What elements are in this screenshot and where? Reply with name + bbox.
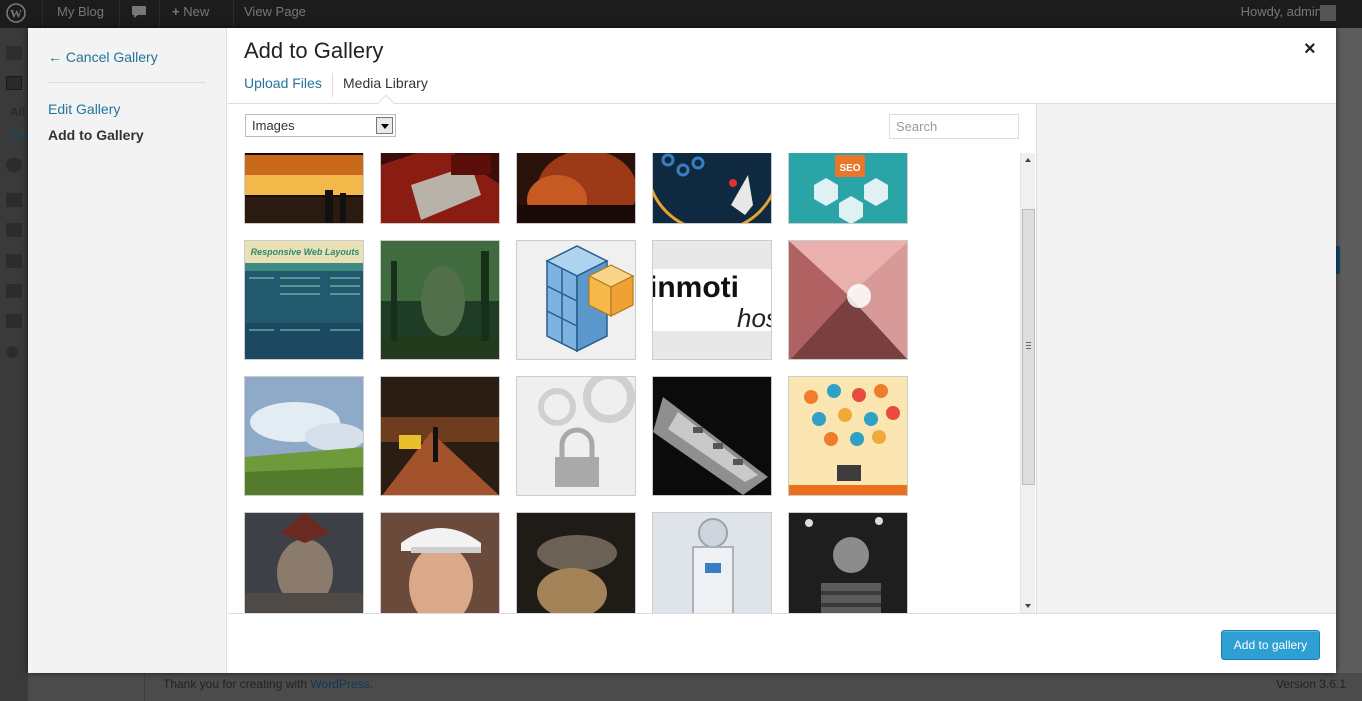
update-button-edge xyxy=(1336,246,1340,274)
admin-bar-divider xyxy=(119,0,120,28)
admin-footer: Thank you for creating with WordPress. V… xyxy=(28,673,1362,701)
settings-icon[interactable] xyxy=(6,314,22,328)
attachment-thumbnail[interactable] xyxy=(244,512,364,613)
grip-icon xyxy=(1026,342,1031,349)
svg-text:inmoti: inmoti xyxy=(653,271,739,304)
scroll-up-arrow-icon[interactable] xyxy=(1021,153,1036,167)
my-blog-link[interactable]: My Blog xyxy=(57,0,104,28)
wordpress-logo-icon[interactable]: W xyxy=(6,0,36,28)
media-toolbar: Add to gallery xyxy=(228,613,1336,673)
avatar[interactable] xyxy=(1320,5,1336,21)
attachment-details-sidebar xyxy=(1036,104,1336,613)
attachment-thumbnail[interactable] xyxy=(516,376,636,496)
tab-upload-files[interactable]: Upload Files xyxy=(244,75,322,91)
attachment-thumbnail[interactable] xyxy=(652,153,772,224)
attachment-thumbnail[interactable] xyxy=(244,376,364,496)
media-modal: ← Cancel Gallery Edit Gallery Add to Gal… xyxy=(28,28,1336,673)
edit-gallery-link[interactable]: Edit Gallery xyxy=(48,101,120,117)
add-to-gallery-link[interactable]: Add to Gallery xyxy=(48,127,144,143)
svg-text:Responsive Web Layouts: Responsive Web Layouts xyxy=(251,247,360,257)
attachment-thumbnail[interactable]: SEO xyxy=(788,153,908,224)
filter-selected-value: Images xyxy=(252,118,295,133)
svg-text:W: W xyxy=(10,7,22,21)
attachment-thumbnail[interactable] xyxy=(788,512,908,613)
footer-version: Version 3.6.1 xyxy=(1275,677,1346,691)
page-background xyxy=(1336,28,1362,673)
attachment-thumbnail[interactable] xyxy=(652,512,772,613)
svg-text:SEO: SEO xyxy=(839,163,860,174)
appearance-icon[interactable] xyxy=(6,193,22,207)
admin-bar-divider xyxy=(42,0,43,28)
admin-bar: W My Blog + New View Page Howdy, admin xyxy=(0,0,1362,28)
scrollbar-thumb[interactable] xyxy=(1022,209,1035,485)
comments-icon[interactable] xyxy=(6,158,22,172)
attachment-thumbnail[interactable] xyxy=(788,376,908,496)
view-page-link[interactable]: View Page xyxy=(244,0,306,28)
howdy-user[interactable]: Howdy, admin xyxy=(1241,0,1322,28)
footer-thanks-text: Thank you for creating with xyxy=(163,677,311,691)
pages-icon[interactable] xyxy=(6,76,22,90)
attachment-thumbnail[interactable]: Responsive Web Layouts xyxy=(244,240,364,360)
admin-bar-divider xyxy=(159,0,160,28)
attachment-thumbnail[interactable] xyxy=(516,512,636,613)
users-icon[interactable] xyxy=(6,254,22,268)
menu-all-pages[interactable]: All xyxy=(10,105,25,119)
tools-icon[interactable] xyxy=(6,284,22,298)
chevron-down-icon[interactable] xyxy=(376,117,393,134)
admin-bar-divider xyxy=(233,0,234,28)
admin-menu: All Add xyxy=(0,28,31,701)
active-tab-indicator xyxy=(377,94,395,112)
grid-scrollbar[interactable] xyxy=(1020,153,1035,613)
collapse-menu-icon[interactable] xyxy=(6,346,18,358)
attachment-thumbnail[interactable] xyxy=(380,240,500,360)
attachment-thumbnail[interactable] xyxy=(244,153,364,224)
attachment-thumbnail[interactable]: inmotihos xyxy=(652,240,772,360)
new-content-link[interactable]: + New xyxy=(172,0,209,28)
new-label: New xyxy=(183,4,210,19)
search-input[interactable] xyxy=(889,114,1019,139)
attachment-thumbnail[interactable] xyxy=(516,240,636,360)
comments-icon[interactable] xyxy=(131,0,147,28)
close-icon[interactable]: × xyxy=(1304,38,1316,61)
modal-title: Add to Gallery xyxy=(244,38,384,63)
cancel-gallery-link[interactable]: ← Cancel Gallery xyxy=(48,49,158,65)
scroll-down-arrow-icon[interactable] xyxy=(1021,599,1036,613)
attachment-thumbnail[interactable] xyxy=(380,153,500,224)
plugins-icon[interactable] xyxy=(6,223,22,237)
media-type-filter[interactable]: Images xyxy=(245,114,396,137)
media-icon[interactable] xyxy=(6,46,22,60)
attachment-thumbnail[interactable] xyxy=(516,153,636,224)
attachment-thumbnail[interactable] xyxy=(788,240,908,360)
footer-thanks-period: . xyxy=(369,677,373,691)
plus-icon: + xyxy=(172,4,184,19)
attachment-thumbnail[interactable] xyxy=(380,376,500,496)
tab-divider xyxy=(332,73,333,97)
menu-separator xyxy=(48,82,206,83)
svg-text:hos: hos xyxy=(737,303,772,333)
attachment-thumbnail[interactable] xyxy=(652,376,772,496)
wordpress-link[interactable]: WordPress xyxy=(310,677,369,691)
attachments-grid: SEO Responsive Web Layouts inmotihos xyxy=(228,153,1020,613)
media-menu: ← Cancel Gallery Edit Gallery Add to Gal… xyxy=(28,28,227,673)
add-to-gallery-button[interactable]: Add to gallery xyxy=(1221,630,1320,660)
attachment-thumbnail[interactable] xyxy=(380,512,500,613)
content-frame-edge xyxy=(144,673,145,701)
footer-thanks: Thank you for creating with WordPress. xyxy=(163,677,373,691)
tab-media-library[interactable]: Media Library xyxy=(343,75,428,91)
